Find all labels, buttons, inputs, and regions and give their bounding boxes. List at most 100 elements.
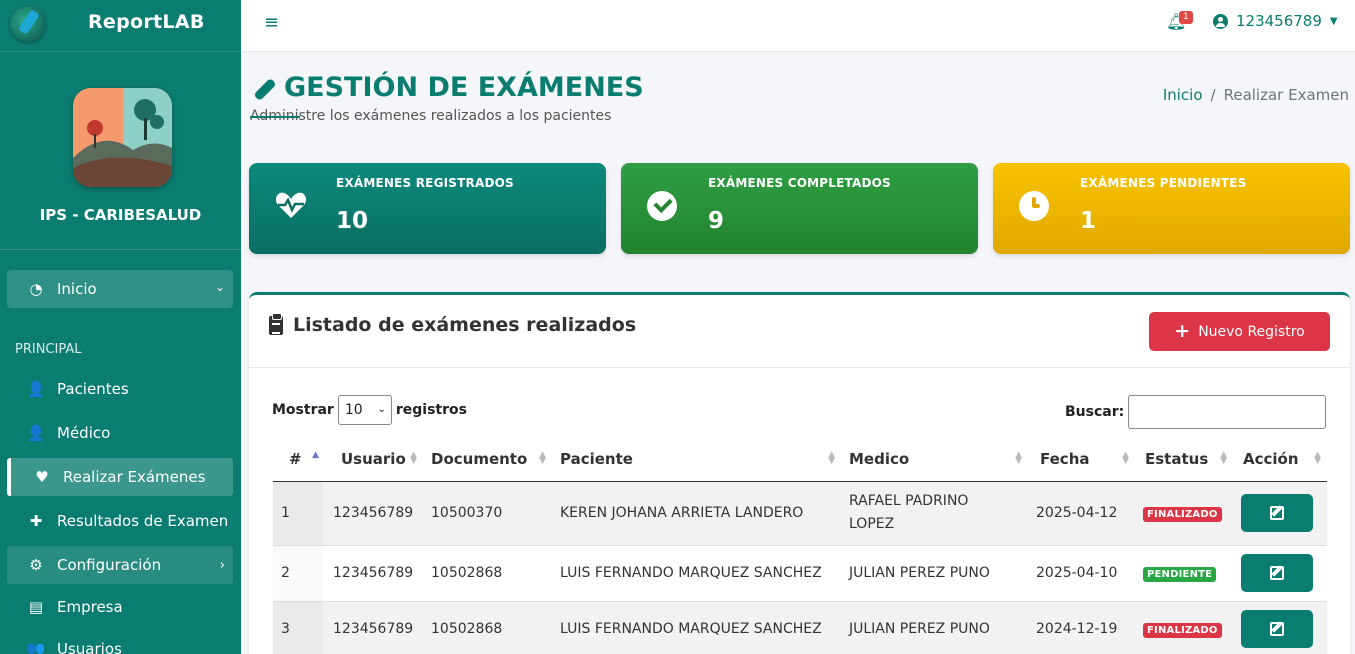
cell-paciente: KEREN JOHANA ARRIETA LANDERO (552, 481, 841, 546)
section-label: PRINCIPAL (15, 342, 82, 357)
page-length-select[interactable]: 10 ⌄ (337, 395, 392, 425)
cell-paciente: LUIS FERNANDO MARQUEZ SANCHEZ (552, 545, 841, 602)
breadcrumb-home[interactable]: Inicio (1163, 86, 1203, 104)
col-header-usuario[interactable]: Usuario ▲ ▼ (323, 437, 423, 482)
sidebar-item-resultados[interactable]: ✚ Resultados de Examen (7, 502, 233, 540)
check-circle-icon (647, 191, 679, 223)
topbar: ≡ 🔔︎ 1 123456789 ▼ (241, 0, 1355, 52)
brand-logo-icon (10, 6, 46, 42)
menu-toggle-icon[interactable]: ≡ (264, 12, 279, 33)
cell-usuario: 123456789 (323, 481, 423, 546)
cell-usuario: 123456789 (323, 601, 423, 654)
cell-fecha: 2025-04-10 (1028, 545, 1135, 602)
edit-icon (1270, 506, 1284, 520)
panel-header: Listado de exámenes realizados + Nuevo R… (249, 295, 1350, 368)
stat-card-registrados: EXÁMENES REGISTRADOS 10 (249, 163, 606, 254)
brand[interactable]: ReportLAB (0, 0, 241, 52)
user-circle-icon (1213, 13, 1228, 29)
cell-estatus: PENDIENTE (1135, 545, 1233, 602)
user-nurse-icon: 👤 (26, 380, 46, 398)
search-input[interactable] (1128, 395, 1327, 429)
sidebar-item-label: Realizar Exámenes (63, 468, 206, 486)
table-row: 2 123456789 10502868 LUIS FERNANDO MARQU… (273, 545, 1327, 602)
col-header-estatus[interactable]: Estatus ▲ ▼ (1135, 437, 1233, 482)
sidebar-item-label: Empresa (57, 598, 123, 616)
edit-button[interactable] (1241, 554, 1313, 592)
stat-label: EXÁMENES PENDIENTES (1080, 176, 1247, 190)
page-subtitle: Administre los exámenes realizados a los… (250, 108, 612, 124)
sidebar-item-empresa[interactable]: ▤ Empresa (7, 588, 233, 626)
stat-value: 10 (336, 208, 369, 234)
show-prefix: Mostrar (272, 402, 334, 418)
sidebar-item-medico[interactable]: 👤 Médico (7, 414, 233, 452)
sidebar-item-pacientes[interactable]: 👤 Pacientes (7, 370, 233, 408)
status-badge: FINALIZADO (1143, 506, 1222, 522)
breadcrumb: Inicio / Realizar Examen (1163, 86, 1349, 104)
sidebar-item-realizar-examenes[interactable]: ♥ Realizar Exámenes (7, 458, 233, 496)
cell-accion (1233, 481, 1327, 546)
breadcrumb-current: Realizar Examen (1223, 86, 1349, 104)
sort-icon: ▲ ▼ (1220, 450, 1227, 466)
table-header-row: # Usuario▲▼ Documento▲▼ Paciente▲▼ Medic… (273, 437, 1327, 482)
col-header-number[interactable]: # (273, 437, 323, 482)
cell-fecha: 2025-04-12 (1028, 481, 1135, 546)
edit-button[interactable] (1241, 610, 1313, 648)
stat-label: EXÁMENES COMPLETADOS (708, 176, 891, 190)
exams-table: # Usuario▲▼ Documento▲▼ Paciente▲▼ Medic… (273, 437, 1327, 654)
stat-value: 1 (1080, 208, 1097, 234)
sort-asc-icon (312, 452, 319, 458)
stat-value: 9 (708, 208, 725, 234)
col-header-medico[interactable]: Medico ▲ ▼ (841, 437, 1028, 482)
stat-card-completados: EXÁMENES COMPLETADOS 9 (621, 163, 978, 254)
sidebar-item-usuarios[interactable]: 👥 Usuarios (7, 630, 233, 654)
table-row: 3 123456789 10502868 LUIS FERNANDO MARQU… (273, 601, 1327, 654)
medkit-icon: ✚ (29, 512, 43, 530)
plus-icon: + (1174, 320, 1191, 342)
search-control: Buscar: (1065, 395, 1327, 429)
col-header-fecha[interactable]: Fecha ▲ ▼ (1028, 437, 1135, 482)
vial-icon (250, 75, 276, 101)
col-header-documento[interactable]: Documento ▲ ▼ (423, 437, 552, 482)
chevron-right-icon: › (219, 557, 225, 573)
col-header-accion[interactable]: Acción ▲ ▼ (1233, 437, 1327, 482)
brand-name: ReportLAB (88, 11, 205, 33)
cell-number: 3 (273, 601, 323, 654)
sort-icon: ▲ ▼ (1314, 450, 1321, 466)
chevron-down-icon: ⌄ (214, 280, 225, 294)
cell-medico: JULIAN PEREZ PUNO (841, 601, 1028, 654)
cell-documento: 10502868 (423, 601, 552, 654)
sidebar-item-label: Usuarios (57, 640, 122, 654)
sort-icon: ▲ ▼ (1015, 450, 1022, 466)
edit-button[interactable] (1241, 494, 1313, 532)
sort-icon: ▲ ▼ (1122, 450, 1129, 466)
chevron-down-icon: ⌄ (377, 404, 386, 415)
sort-icon: ▲ ▼ (539, 450, 546, 466)
nav-inicio[interactable]: ◔ Inicio ⌄ (7, 270, 233, 308)
user-menu[interactable]: 123456789 ▼ (1213, 12, 1338, 30)
sidebar-item-label: Médico (57, 424, 111, 442)
status-badge: FINALIZADO (1143, 622, 1222, 638)
heartbeat-icon (275, 191, 307, 223)
gauge-icon: ◔ (29, 280, 43, 298)
page-title-text: GESTIÓN DE EXÁMENES (284, 72, 644, 103)
sidebar-item-configuracion[interactable]: ⚙ Configuración › (7, 546, 233, 584)
notification-badge: 1 (1179, 11, 1193, 24)
panel-title-text: Listado de exámenes realizados (293, 314, 637, 336)
stat-card-pendientes: EXÁMENES PENDIENTES 1 (993, 163, 1350, 254)
stat-label: EXÁMENES REGISTRADOS (336, 176, 514, 190)
col-header-paciente[interactable]: Paciente ▲ ▼ (552, 437, 841, 482)
sidebar-item-label: Resultados de Examen (57, 512, 229, 530)
cell-medico: JULIAN PEREZ PUNO (841, 545, 1028, 602)
users-icon: 👥 (26, 640, 46, 654)
new-record-label: Nuevo Registro (1198, 323, 1305, 340)
clipboard-list-icon (269, 312, 283, 335)
cell-number: 2 (273, 545, 323, 602)
cell-documento: 10502868 (423, 545, 552, 602)
sidebar-item-label: Configuración (57, 556, 162, 574)
exams-panel: Listado de exámenes realizados + Nuevo R… (249, 292, 1350, 654)
new-record-button[interactable]: + Nuevo Registro (1149, 312, 1330, 351)
heart-pulse-icon: ♥ (35, 468, 49, 486)
org-panel: IPS - CARIBESALUD (0, 52, 241, 250)
org-logo-icon (73, 88, 172, 187)
status-badge: PENDIENTE (1143, 566, 1217, 582)
